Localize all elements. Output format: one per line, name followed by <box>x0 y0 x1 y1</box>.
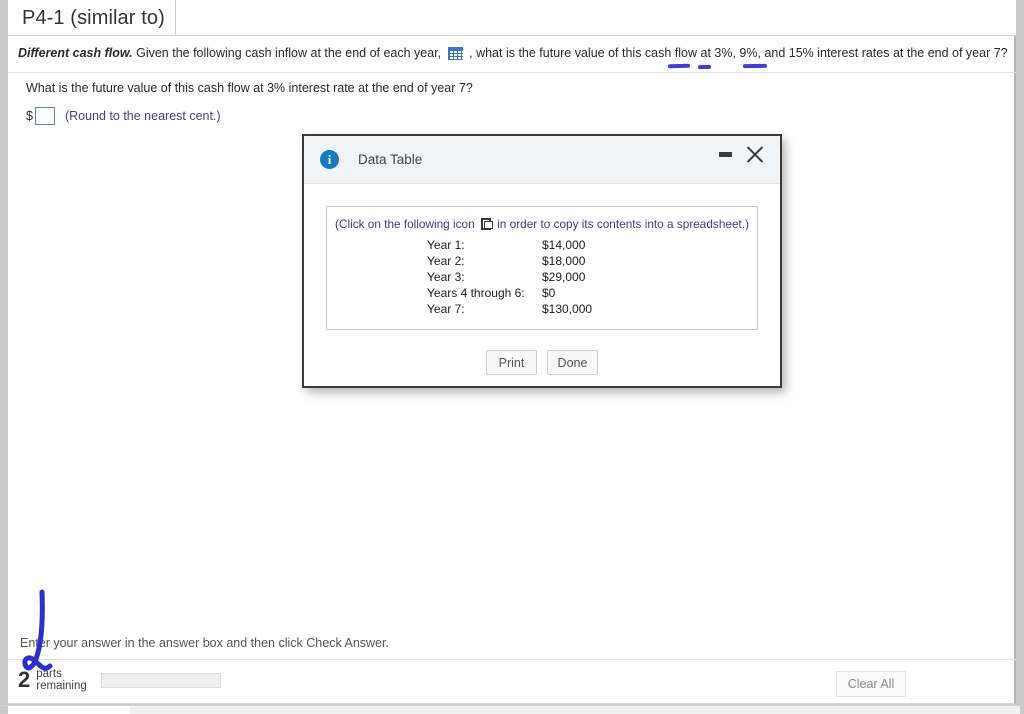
table-row: Year 2: $18,000 <box>335 253 749 269</box>
row-label: Year 1: <box>427 238 465 252</box>
data-table-box: (Click on the following icon in order to… <box>326 206 758 330</box>
row-label: Year 3: <box>427 270 465 284</box>
clear-all-button[interactable]: Clear All <box>836 671 906 697</box>
os-taskbar-strip <box>0 705 1024 714</box>
tab-strip: P4-1 (similar to) <box>8 0 1016 36</box>
footer-instruction: Enter your answer in the answer box and … <box>20 636 389 650</box>
close-icon[interactable] <box>743 142 767 166</box>
row-value: $0 <box>542 286 556 300</box>
done-button[interactable]: Done <box>547 350 598 375</box>
data-table-dialog: i Data Table (Click on the following ico… <box>302 134 782 388</box>
table-row: Year 3: $29,000 <box>335 269 749 285</box>
dialog-body: (Click on the following icon in order to… <box>304 184 780 375</box>
progress-bar <box>100 672 221 688</box>
row-value: $130,000 <box>542 302 593 316</box>
dialog-button-row: Print Done <box>326 350 758 375</box>
row-value: $14,000 <box>542 238 586 252</box>
copy-instruction: (Click on the following icon in order to… <box>335 217 749 231</box>
parts-word: parts <box>36 668 62 680</box>
screen-root: P4-1 (similar to) Different cash flow. G… <box>0 0 1024 714</box>
copy-note-after: in order to copy its contents into a spr… <box>497 217 749 231</box>
currency-symbol: $ <box>26 109 33 123</box>
info-circle-icon: i <box>320 150 339 169</box>
parts-remaining-indicator: 2 parts remaining <box>18 668 221 692</box>
round-instruction: (Round to the nearest cent.) <box>64 109 221 123</box>
question-text-before-icon: Given the following cash inflow at the e… <box>136 46 442 60</box>
print-button[interactable]: Print <box>486 350 537 375</box>
copy-note-before: (Click on the following icon <box>335 217 475 231</box>
pen-underline-rate-3 <box>742 63 768 69</box>
question-topic: Different cash flow. <box>18 46 133 60</box>
dialog-title: Data Table <box>358 152 423 167</box>
row-label: Year 2: <box>427 254 465 268</box>
pen-underline-rate-2 <box>697 64 712 70</box>
dialog-header: i Data Table <box>304 136 780 184</box>
table-row: Year 1: $14,000 <box>335 237 749 253</box>
spreadsheet-grid-icon[interactable] <box>447 47 463 60</box>
parts-remaining-label: parts remaining <box>36 668 87 692</box>
pen-underline-rate-1 <box>667 63 691 69</box>
question-text-after-icon: , what is the future value of this cash … <box>469 46 1008 60</box>
footer-divider <box>8 659 1016 660</box>
row-label: Year 7: <box>427 302 465 316</box>
answer-row: $ (Round to the nearest cent.) <box>26 107 221 125</box>
browser-page: P4-1 (similar to) Different cash flow. G… <box>8 0 1016 704</box>
row-value: $29,000 <box>542 270 586 284</box>
question-statement: Different cash flow. Given the following… <box>18 46 1008 60</box>
parts-remaining-count: 2 <box>18 667 31 692</box>
tab-p4-1[interactable]: P4-1 (similar to) <box>14 0 176 36</box>
row-label: Years 4 through 6: <box>427 286 525 300</box>
minimize-icon[interactable] <box>719 152 732 157</box>
remaining-word: remaining <box>36 680 87 692</box>
table-row: Years 4 through 6: $0 <box>335 285 749 301</box>
answer-input[interactable] <box>34 107 55 125</box>
question-header-band: Different cash flow. Given the following… <box>8 37 1016 73</box>
tab-label: P4-1 (similar to) <box>22 6 165 29</box>
row-value: $18,000 <box>542 254 586 268</box>
sub-question-text: What is the future value of this cash fl… <box>26 81 473 95</box>
copy-to-spreadsheet-icon[interactable] <box>480 218 493 230</box>
table-row: Year 7: $130,000 <box>335 301 749 317</box>
